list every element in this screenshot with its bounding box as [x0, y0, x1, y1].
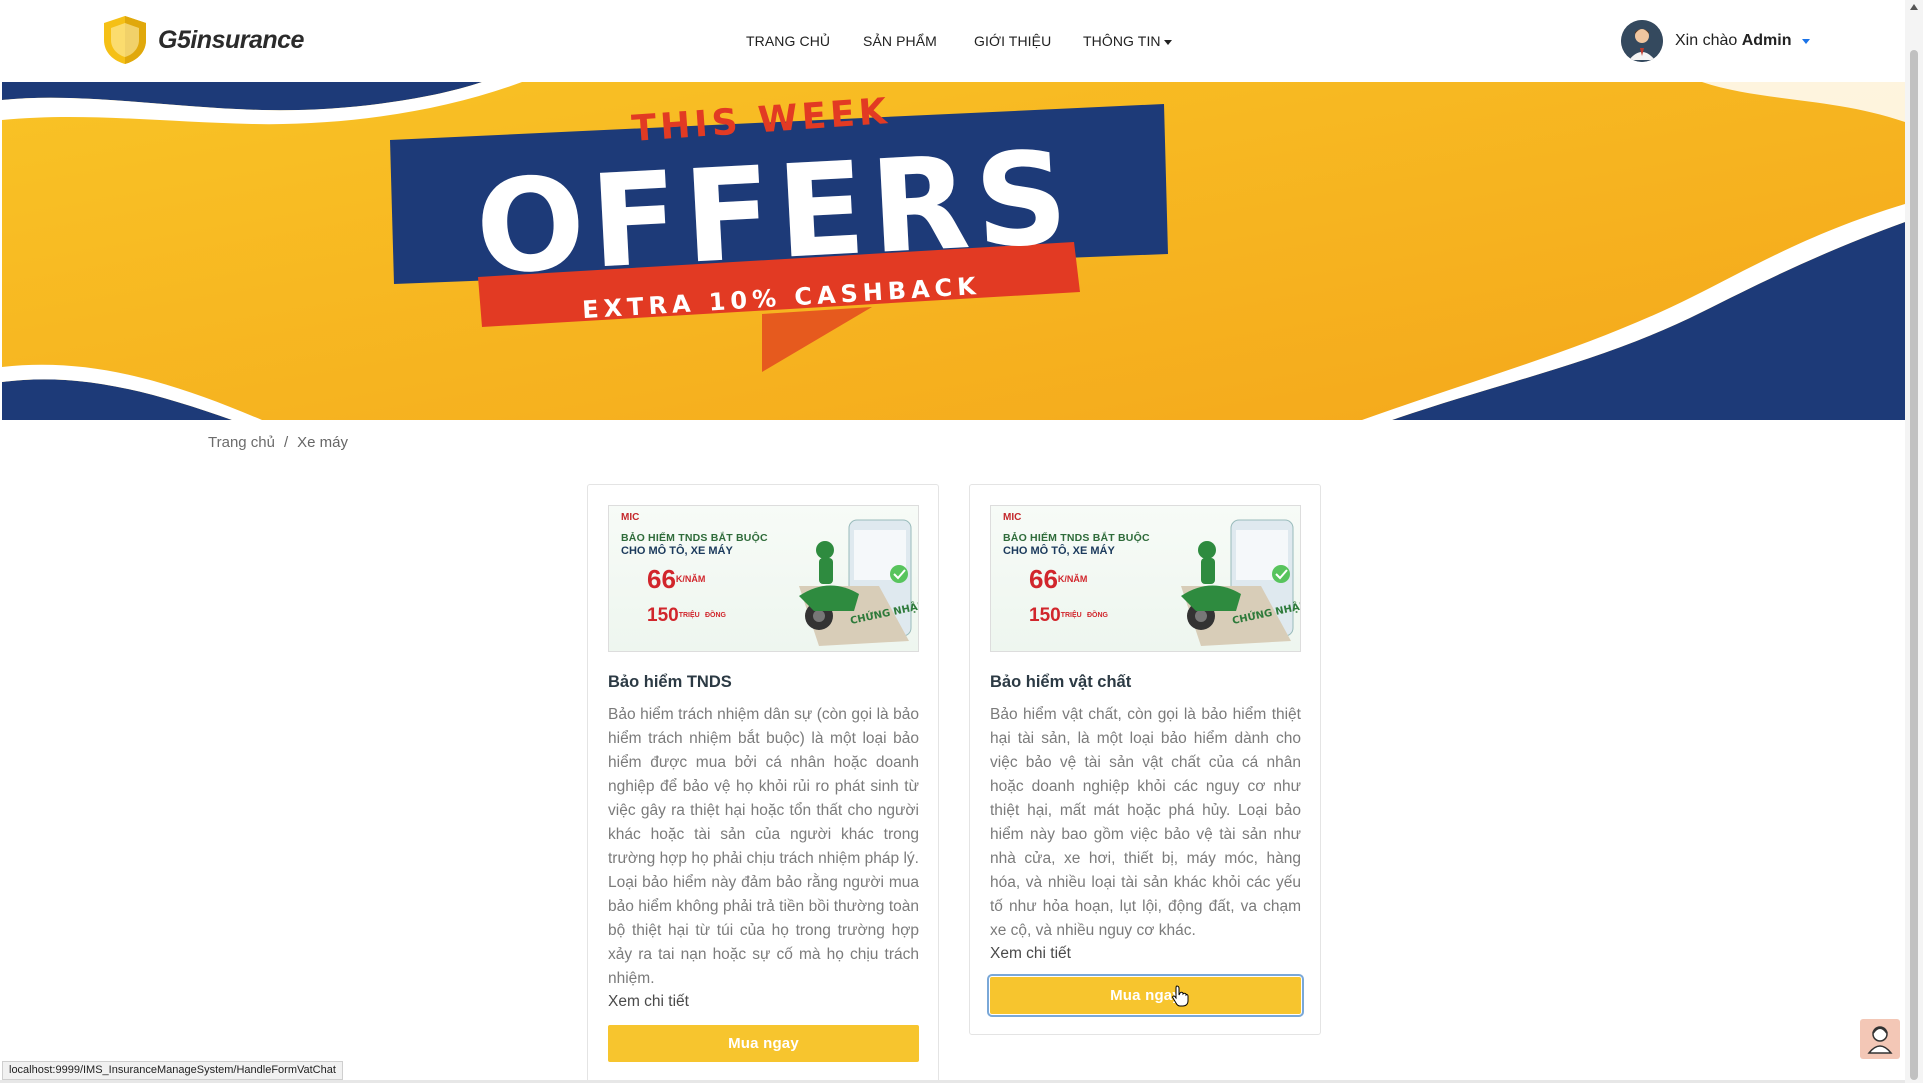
shield-logo-icon	[104, 16, 146, 64]
card-title: Bảo hiểm TNDS	[608, 673, 732, 691]
scooter-illustration: CHỨNG NHẬN ĐIỆN TỬ	[1181, 519, 1300, 646]
nav-item-info-label: THÔNG TIN	[1083, 33, 1161, 49]
ad-benefit: 150TRIỆU ĐỒNG	[1029, 605, 1108, 626]
browser-status-bar: localhost:9999/IMS_InsuranceManageSystem…	[2, 1061, 343, 1080]
scroll-up-arrow-icon[interactable]	[1910, 4, 1918, 10]
vertical-scrollbar[interactable]	[1905, 0, 1923, 1083]
ad-price: 66K/NĂM	[1029, 564, 1088, 594]
promo-banner-graphic: THIS WEEK OFFERS EXTRA 10% CASHBACK	[2, 82, 1905, 420]
ad-line-1: BẢO HIỂM TNDS BẮT BUỘC	[621, 532, 768, 544]
support-chat-widget[interactable]	[1860, 1019, 1900, 1059]
brand-name: G5insurance	[158, 25, 304, 54]
product-card-physical: MIC BẢO HIỂM TNDS BẮT BUỘC CHO MÔ TÔ, XE…	[969, 484, 1321, 1035]
greeting-text: Xin chào	[1675, 32, 1738, 49]
caret-down-icon	[1163, 39, 1172, 45]
product-card-tnds: MIC BẢO HIỂM TNDS BẮT BUỘC CHO MÔ TÔ, XE…	[587, 484, 939, 1083]
promo-banner[interactable]: THIS WEEK OFFERS EXTRA 10% CASHBACK	[2, 82, 1905, 420]
buy-now-button[interactable]: Mua ngay	[987, 974, 1304, 1017]
ad-price: 66K/NĂM	[647, 564, 706, 594]
card-title: Bảo hiểm vật chất	[990, 673, 1132, 691]
ad-line-2: CHO MÔ TÔ, XE MÁY	[621, 545, 733, 557]
scrollbar-thumb[interactable]	[1910, 50, 1918, 1080]
ad-benefit: 150TRIỆU ĐỒNG	[647, 605, 726, 626]
mic-brand: MIC	[621, 512, 640, 523]
user-greeting: Xin chào Admin	[1675, 32, 1792, 50]
card-description: Bảo hiểm vật chất, còn gọi là bảo hiểm t…	[990, 706, 1301, 939]
navbar: G5insurance TRANG CHỦ SẢN PHẨM GIỚI THIỆ…	[0, 0, 1905, 82]
banner-line-2: OFFERS	[472, 124, 1077, 304]
breadcrumb-current: Xe máy	[297, 434, 349, 451]
nav-item-about[interactable]: GIỚI THIỆU	[974, 33, 1051, 49]
caret-down-icon	[1801, 38, 1810, 44]
ad-line-1: BẢO HIỂM TNDS BẮT BUỘC	[1003, 532, 1150, 544]
breadcrumb: Trang chủ / Xe máy	[208, 434, 348, 451]
nav-item-home[interactable]: TRANG CHỦ	[746, 33, 830, 49]
view-details-link[interactable]: Xem chi tiết	[990, 945, 1071, 963]
avatar	[1621, 20, 1663, 62]
product-image[interactable]: MIC BẢO HIỂM TNDS BẮT BUỘC CHO MÔ TÔ, XE…	[990, 505, 1301, 652]
user-menu[interactable]: Xin chào Admin	[1621, 20, 1810, 62]
ad-line-2: CHO MÔ TÔ, XE MÁY	[1003, 545, 1115, 557]
mic-brand: MIC	[1003, 512, 1022, 523]
card-description: Bảo hiểm trách nhiệm dân sự (còn gọi là …	[608, 706, 919, 987]
support-agent-icon	[1867, 1026, 1893, 1054]
breadcrumb-home[interactable]: Trang chủ	[208, 434, 275, 451]
scooter-illustration: CHỨNG NHẬN ĐIỆN TỬ	[799, 519, 918, 646]
breadcrumb-separator: /	[283, 434, 289, 451]
view-details-link[interactable]: Xem chi tiết	[608, 993, 689, 1011]
product-image[interactable]: MIC BẢO HIỂM TNDS BẮT BUỘC CHO MÔ TÔ, XE…	[608, 505, 919, 652]
nav-item-info-dropdown[interactable]: THÔNG TIN	[1083, 33, 1172, 49]
nav-item-products[interactable]: SẢN PHẨM	[863, 33, 937, 49]
user-name: Admin	[1741, 32, 1792, 49]
user-avatar-icon	[1621, 20, 1663, 62]
brand-logo[interactable]: G5insurance	[100, 14, 304, 66]
buy-now-button[interactable]: Mua ngay	[608, 1025, 919, 1062]
hand-cursor-icon	[1172, 985, 1189, 1007]
